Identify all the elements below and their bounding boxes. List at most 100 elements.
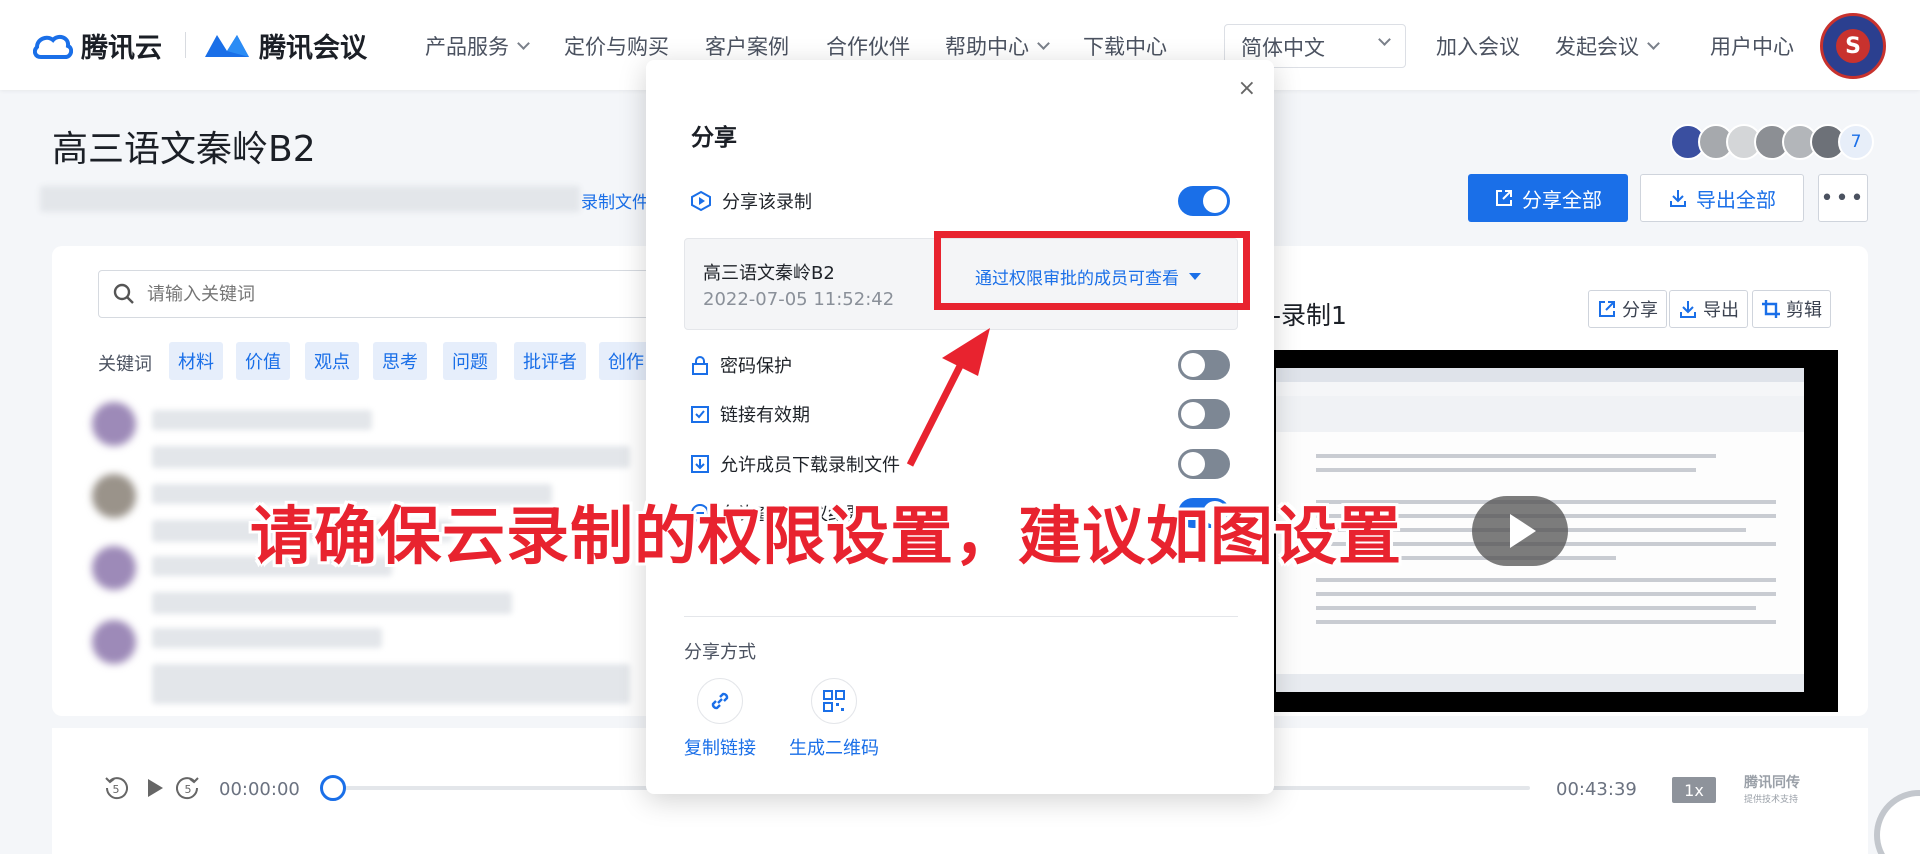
download-icon bbox=[691, 455, 709, 473]
participant-avatars[interactable]: 7 bbox=[1670, 124, 1874, 160]
current-time: 00:00:00 bbox=[219, 779, 300, 800]
nav-pricing[interactable]: 定价与购买 bbox=[564, 31, 669, 61]
search-input[interactable] bbox=[147, 283, 627, 305]
forward-seconds: 5 bbox=[185, 783, 192, 796]
start-meeting-menu[interactable]: 发起会议 bbox=[1555, 31, 1660, 61]
recording-export-button[interactable]: 导出 bbox=[1669, 290, 1748, 328]
user-center-link[interactable]: 用户中心 bbox=[1710, 31, 1794, 61]
generate-qr-option[interactable]: 生成二维码 bbox=[789, 678, 879, 760]
share-all-label: 分享全部 bbox=[1522, 187, 1602, 212]
total-time: 00:43:39 bbox=[1556, 779, 1637, 800]
chevron-down-icon bbox=[1037, 36, 1050, 50]
keyword-label: 关键词 bbox=[98, 354, 152, 375]
keyword-tag[interactable]: 材料 bbox=[169, 342, 223, 380]
search-icon bbox=[113, 283, 134, 304]
password-label: 密码保护 bbox=[720, 356, 792, 377]
progress-knob[interactable] bbox=[320, 775, 346, 801]
nav-partners[interactable]: 合作伙伴 bbox=[826, 31, 910, 61]
share-icon bbox=[1599, 301, 1615, 317]
link-expiry-label: 链接有效期 bbox=[720, 405, 810, 426]
share-all-button[interactable]: 分享全部 bbox=[1468, 174, 1628, 222]
speaker-avatar bbox=[92, 402, 136, 446]
recording-edit-label: 剪辑 bbox=[1786, 300, 1822, 321]
share-icon bbox=[1496, 190, 1512, 206]
nav-partners-label: 合作伙伴 bbox=[826, 35, 910, 59]
export-all-button[interactable]: 导出全部 bbox=[1640, 174, 1804, 222]
nav-cases-label: 客户案例 bbox=[705, 35, 789, 59]
meeting-logo-icon bbox=[205, 34, 249, 57]
tencent-cloud-logo[interactable]: 腾讯云 bbox=[33, 26, 162, 65]
annotation-arrow-icon bbox=[906, 328, 990, 467]
lock-icon bbox=[692, 356, 708, 375]
allow-download-label: 允许成员下载录制文件 bbox=[720, 455, 900, 476]
tencent-meeting-logo[interactable]: 腾讯会议 bbox=[203, 26, 367, 65]
user-avatar[interactable]: S bbox=[1820, 13, 1886, 79]
play-icon[interactable] bbox=[146, 778, 164, 798]
os-taskbar bbox=[1276, 674, 1804, 692]
forward-5s-icon[interactable]: 5 bbox=[176, 776, 200, 800]
nav-download-label: 下载中心 bbox=[1083, 35, 1167, 59]
floating-help-icon[interactable] bbox=[1874, 790, 1920, 854]
password-toggle[interactable] bbox=[1178, 350, 1230, 380]
play-circle-icon bbox=[691, 190, 711, 212]
blurred-transcript-line bbox=[152, 628, 382, 648]
video-play-button[interactable] bbox=[1472, 496, 1568, 566]
start-meeting-label: 发起会议 bbox=[1555, 35, 1639, 59]
browser-tabs-bar bbox=[1276, 368, 1804, 382]
recording-share-label: 分享 bbox=[1622, 300, 1658, 321]
brand-tencent-cloud: 腾讯云 bbox=[81, 33, 162, 64]
doc-text-line bbox=[1316, 468, 1696, 472]
provider-sub: 提供技术支持 bbox=[1744, 795, 1799, 805]
keyword-tag[interactable]: 创作 bbox=[599, 342, 653, 380]
dialog-title: 分享 bbox=[691, 125, 737, 151]
blurred-transcript-line bbox=[152, 446, 630, 468]
speaker-avatar bbox=[92, 546, 136, 590]
join-meeting-link[interactable]: 加入会议 bbox=[1436, 31, 1520, 61]
share-recording-row: 分享该录制 bbox=[690, 186, 1230, 216]
nav-download[interactable]: 下载中心 bbox=[1083, 31, 1167, 61]
nav-products-label: 产品服务 bbox=[425, 35, 509, 59]
rewind-seconds: 5 bbox=[113, 783, 120, 796]
blurred-transcript-line bbox=[152, 592, 512, 614]
speaker-avatar bbox=[92, 474, 136, 518]
transcript-search[interactable] bbox=[98, 270, 658, 318]
nav-products[interactable]: 产品服务 bbox=[425, 31, 530, 61]
recording-share-button[interactable]: 分享 bbox=[1588, 290, 1667, 328]
record-name: 高三语文秦岭B2 bbox=[703, 263, 835, 284]
nav-cases[interactable]: 客户案例 bbox=[705, 31, 789, 61]
language-value: 简体中文 bbox=[1241, 36, 1325, 60]
share-recording-toggle[interactable] bbox=[1178, 186, 1230, 216]
browser-address-bar bbox=[1276, 382, 1804, 396]
copy-link-option[interactable]: 复制链接 bbox=[684, 678, 756, 760]
participant-count: 7 bbox=[1838, 124, 1874, 160]
playback-speed-button[interactable]: 1x bbox=[1672, 777, 1716, 803]
rewind-5s-icon[interactable]: 5 bbox=[104, 776, 128, 800]
blurred-transcript-line bbox=[152, 664, 630, 704]
keyword-tag[interactable]: 问题 bbox=[443, 342, 497, 380]
record-file-link[interactable]: 录制文件 bbox=[581, 188, 649, 213]
link-icon bbox=[697, 678, 743, 724]
keyword-tag[interactable]: 批评者 bbox=[514, 342, 586, 380]
page-title: 高三语文秦岭B2 bbox=[52, 129, 316, 170]
qr-code-icon bbox=[811, 678, 857, 724]
keyword-tag[interactable]: 思考 bbox=[373, 342, 427, 380]
record-date: 2022-07-05 11:52:42 bbox=[703, 289, 895, 310]
more-options-button[interactable]: ••• bbox=[1818, 174, 1868, 222]
allow-download-toggle[interactable] bbox=[1178, 449, 1230, 479]
doc-toolbar bbox=[1276, 396, 1804, 432]
close-icon[interactable]: × bbox=[1238, 76, 1256, 101]
calendar-check-icon bbox=[691, 406, 709, 423]
nav-pricing-label: 定价与购买 bbox=[564, 35, 669, 59]
doc-text-line bbox=[1316, 578, 1776, 582]
speaker-avatar bbox=[92, 620, 136, 664]
keyword-tag[interactable]: 价值 bbox=[236, 342, 290, 380]
recording-edit-button[interactable]: 剪辑 bbox=[1752, 290, 1831, 328]
nav-help[interactable]: 帮助中心 bbox=[945, 31, 1050, 61]
tencent-transmit-logo: 腾讯同传 提供技术支持 bbox=[1744, 772, 1800, 805]
link-expiry-toggle[interactable] bbox=[1178, 399, 1230, 429]
join-meeting-label: 加入会议 bbox=[1436, 35, 1520, 59]
keyword-tag[interactable]: 观点 bbox=[305, 342, 359, 380]
doc-text-line bbox=[1316, 606, 1756, 610]
highlight-box bbox=[934, 231, 1250, 310]
chevron-down-icon bbox=[1378, 33, 1391, 46]
